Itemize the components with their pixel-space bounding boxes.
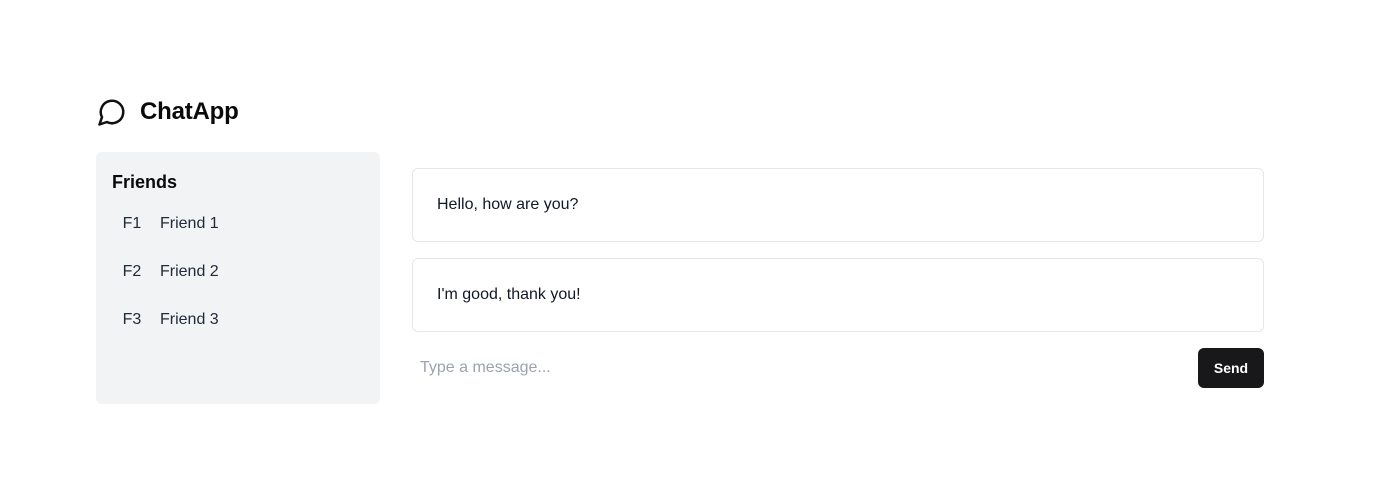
message-bubble: I'm good, thank you!	[412, 258, 1264, 332]
message-circle-icon	[97, 97, 127, 127]
friend-name: Friend 2	[160, 263, 219, 280]
friend-name: Friend 1	[160, 215, 219, 232]
friend-item-1[interactable]: F1 Friend 1	[112, 212, 364, 236]
message-input[interactable]	[412, 348, 1198, 388]
avatar: F3	[122, 311, 142, 328]
friend-item-2[interactable]: F2 Friend 2	[112, 260, 364, 284]
message-composer: Send	[412, 348, 1264, 388]
friend-list: F1 Friend 1 F2 Friend 2 F3 Friend 3	[112, 212, 364, 332]
friend-item-3[interactable]: F3 Friend 3	[112, 308, 364, 332]
message-text: Hello, how are you?	[437, 196, 579, 213]
message-bubble: Hello, how are you?	[412, 168, 1264, 242]
app-title: ChatApp	[140, 98, 239, 125]
app-header: ChatApp	[96, 96, 1264, 128]
friends-sidebar: Friends F1 Friend 1 F2 Friend 2 F3 Frien…	[96, 152, 380, 404]
chat-panel: Hello, how are you? I'm good, thank you!…	[412, 168, 1264, 388]
avatar: F2	[122, 263, 142, 280]
send-button[interactable]: Send	[1198, 348, 1264, 388]
avatar: F1	[122, 215, 142, 232]
main-layout: Friends F1 Friend 1 F2 Friend 2 F3 Frien…	[96, 152, 1264, 404]
friend-name: Friend 3	[160, 311, 219, 328]
friends-heading: Friends	[112, 172, 178, 192]
message-text: I'm good, thank you!	[437, 286, 581, 303]
chat-app: ChatApp Friends F1 Friend 1 F2 Friend 2 …	[96, 96, 1264, 404]
